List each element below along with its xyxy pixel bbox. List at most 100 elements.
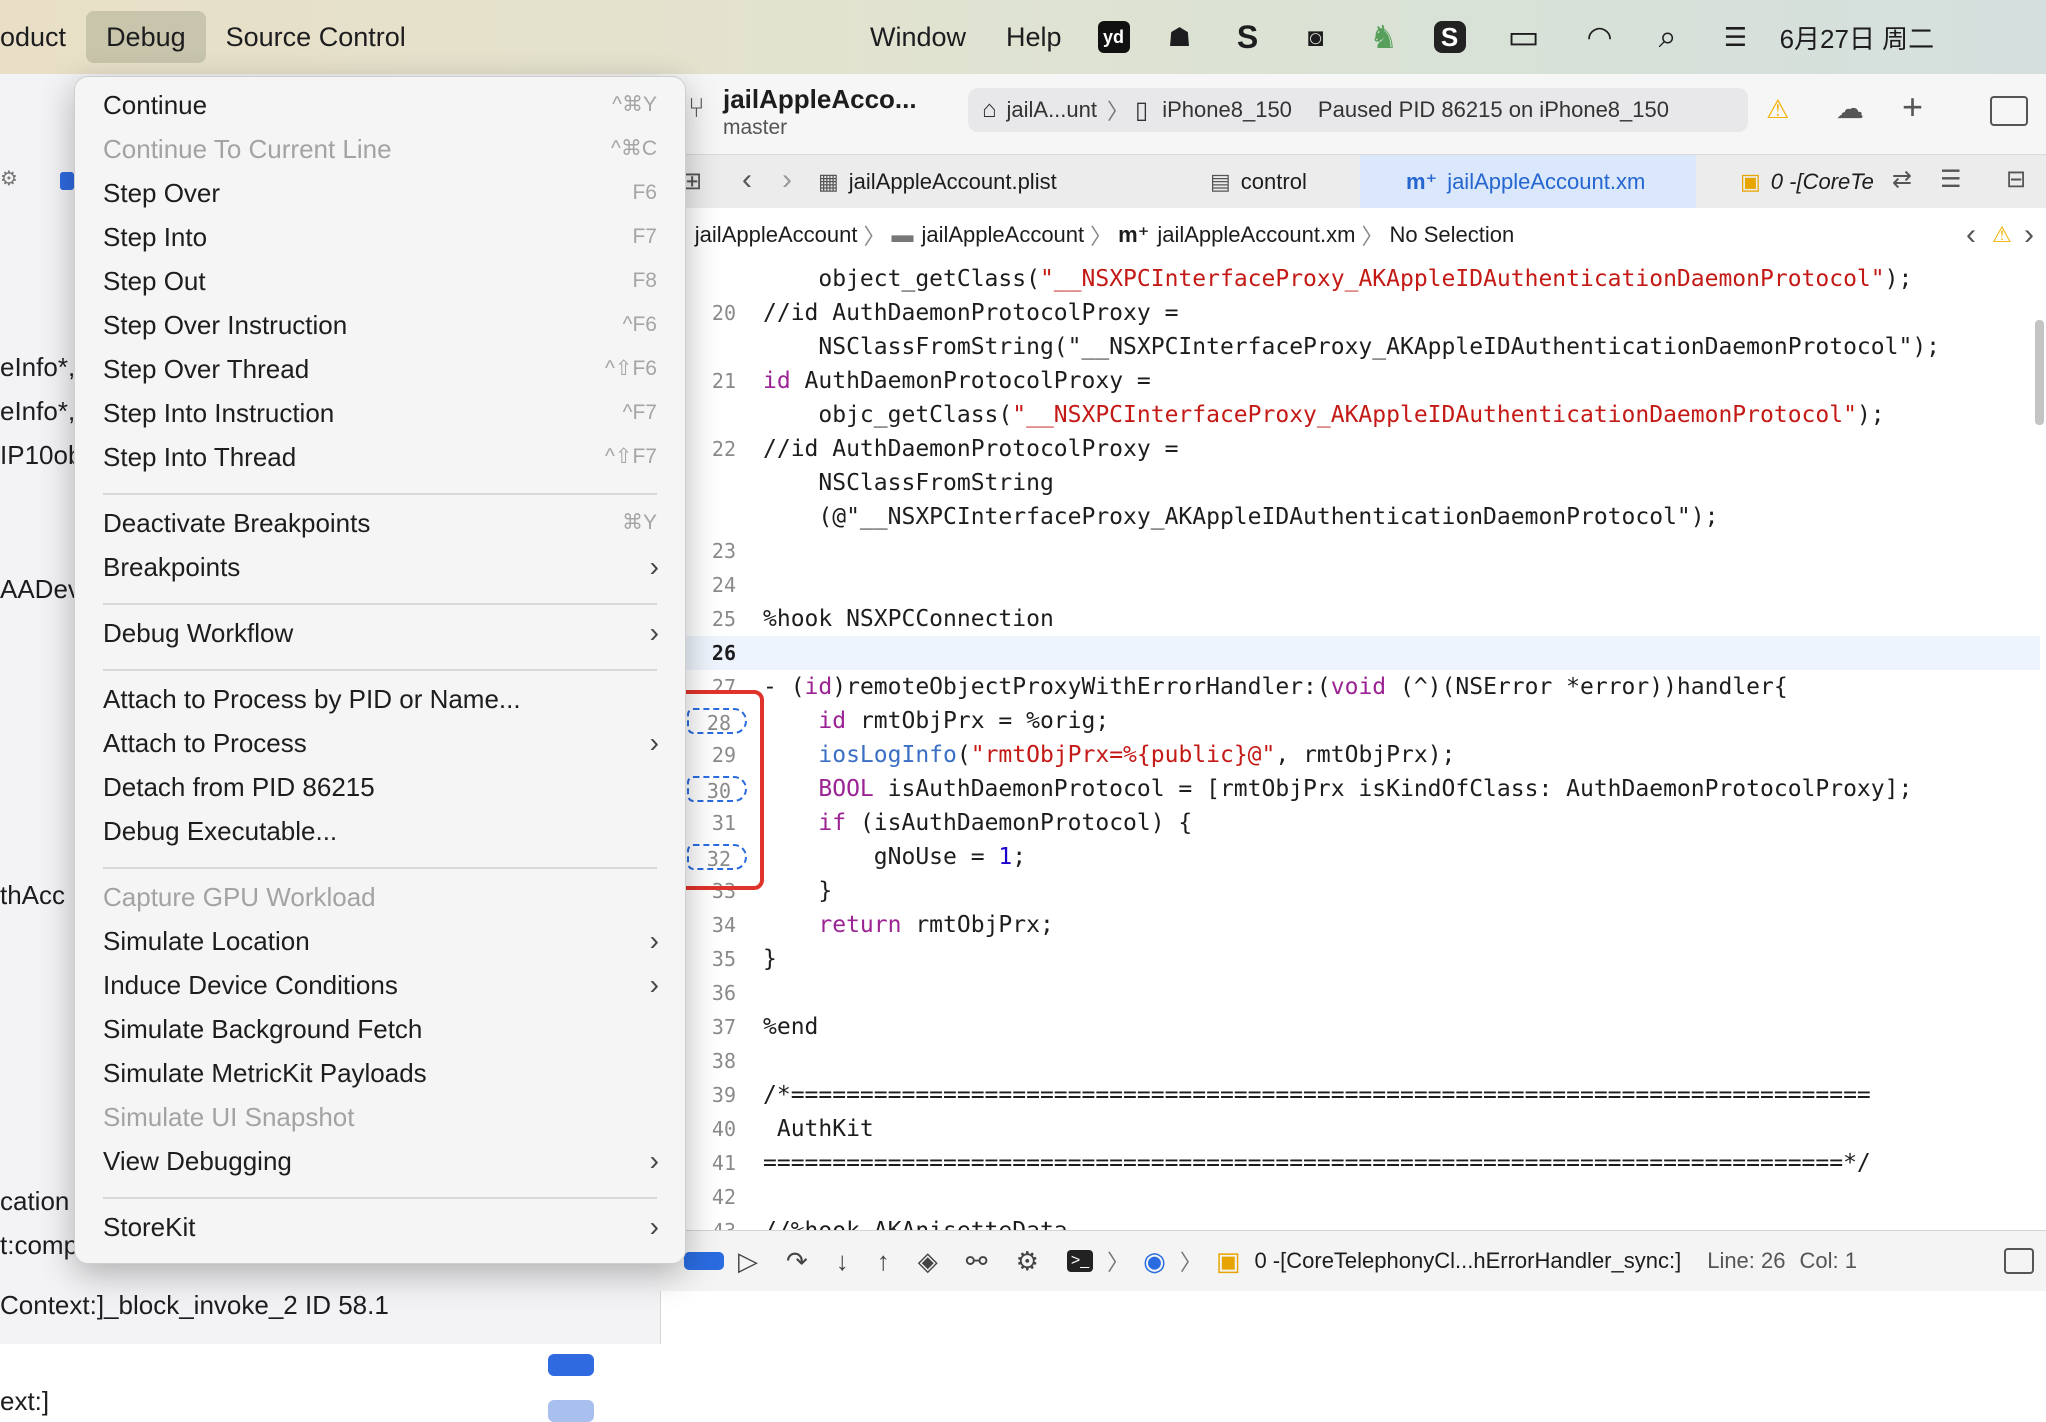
menu-item-step-over-thread[interactable]: Step Over Thread ^⇧F6 (75, 347, 685, 391)
code-line[interactable]: objc_getClass("__NSXPCInterfaceProxy_AKA… (660, 398, 2040, 432)
menu-help[interactable]: Help (986, 11, 1082, 63)
nav-line[interactable]: eInfo*, (0, 396, 75, 427)
project-name[interactable]: jailAppleAcco... (723, 84, 917, 115)
battery-icon[interactable]: ▭ (1498, 18, 1550, 56)
tab-control[interactable]: ▤ control (1210, 155, 1360, 209)
menu-item-attach-to-process[interactable]: Attach to Process › (75, 721, 685, 765)
code-line[interactable]: 42 (660, 1180, 2040, 1214)
code-line[interactable]: 37 %end (660, 1010, 2040, 1044)
code-line[interactable]: 31 if (isAuthDaemonProtocol) { (660, 806, 2040, 840)
step-out-icon[interactable]: ↑ (877, 1246, 890, 1277)
menu-product[interactable]: oduct (0, 11, 86, 63)
terminal-icon[interactable]: >_ (1066, 1250, 1094, 1272)
menubar-clock[interactable]: 6月27日 周二 (1780, 19, 1935, 56)
wifi-icon[interactable]: ◠ (1582, 19, 1618, 55)
source-editor[interactable]: object_getClass("__NSXPCInterfaceProxy_A… (660, 262, 2046, 1230)
s-app-icon[interactable]: S (1230, 19, 1266, 55)
code-line[interactable]: 30 BOOL isAuthDaemonProtocol = [rmtObjPr… (660, 772, 2040, 806)
code-line[interactable]: 34 return rmtObjPrx; (660, 908, 2040, 942)
code-line[interactable]: 20//id AuthDaemonProtocolProxy = (660, 296, 2040, 330)
code-line[interactable]: 29 iosLogInfo("rmtObjPrx=%{public}@", rm… (660, 738, 2040, 772)
menu-item-step-into-thread[interactable]: Step Into Thread ^⇧F7 (75, 435, 685, 479)
code-line[interactable]: 27- (id)remoteObjectProxyWithErrorHandle… (660, 670, 2040, 704)
current-code-line[interactable]: 26 (660, 636, 2040, 670)
code-line[interactable]: 41 ======================================… (660, 1146, 2040, 1180)
step-into-icon[interactable]: ↓ (836, 1246, 849, 1277)
breakpoints-toggle-button[interactable] (684, 1252, 724, 1270)
nav-line[interactable]: thAcc (0, 880, 65, 911)
nav-line[interactable]: ext:] (0, 1386, 49, 1417)
menu-item-continue[interactable]: Continue ^⌘Y (75, 83, 685, 127)
tab-plist[interactable]: ▦ jailAppleAccount.plist (818, 155, 1058, 209)
menu-item-induce-device-conditions[interactable]: Induce Device Conditions › (75, 963, 685, 1007)
menu-window[interactable]: Window (850, 11, 986, 63)
add-library-button[interactable]: + (1902, 86, 1923, 128)
code-line[interactable]: 33 } (660, 874, 2040, 908)
menu-item-deactivate-breakpoints[interactable]: Deactivate Breakpoints ⌘Y (75, 501, 685, 545)
horse-icon[interactable]: ♞ (1366, 19, 1402, 55)
menu-item-simulate-background-fetch[interactable]: Simulate Background Fetch (75, 1007, 685, 1051)
control-center-icon[interactable]: ☰ (1718, 19, 1754, 55)
back-chevron-icon[interactable]: ‹ (742, 163, 752, 197)
issue-forward-chevron-icon[interactable]: › (2024, 218, 2034, 252)
search-icon[interactable]: ⌕ (1650, 18, 1686, 55)
stack-frame[interactable]: 0 -[CoreTelephonyCl...hErrorHandler_sync… (1254, 1248, 1681, 1274)
code-line[interactable]: 43//%hook AKAnisetteData (660, 1214, 2040, 1230)
nav-line[interactable]: eInfo*, (0, 352, 75, 383)
thread-icon[interactable]: ◉ (1143, 1246, 1166, 1277)
nav-line[interactable]: AADev (0, 574, 81, 605)
code-line[interactable]: 39/*====================================… (660, 1078, 2040, 1112)
menu-item-simulate-metrickit[interactable]: Simulate MetricKit Payloads (75, 1051, 685, 1095)
nav-line[interactable]: cation (0, 1186, 69, 1217)
code-line[interactable]: 25 %hook NSXPCConnection (660, 602, 2040, 636)
menu-item-step-out[interactable]: Step Out F8 (75, 259, 685, 303)
code-line[interactable]: object_getClass("__NSXPCInterfaceProxy_A… (660, 262, 2040, 296)
code-line[interactable]: 23 (660, 534, 2040, 568)
scheme-target[interactable]: jailA...unt (1007, 97, 1098, 123)
code-line[interactable]: 36 (660, 976, 2040, 1010)
menu-item-debug-workflow[interactable]: Debug Workflow › (75, 611, 685, 655)
memory-graph-icon[interactable]: ⚯ (966, 1246, 988, 1277)
menu-item-detach[interactable]: Detach from PID 86215 (75, 765, 685, 809)
warning-icon[interactable]: ⚠ (1992, 222, 2012, 248)
nav-line[interactable]: t:comp (0, 1230, 78, 1261)
code-line[interactable]: 24 (660, 568, 2040, 602)
view-debugger-icon[interactable]: ◈ (918, 1246, 938, 1277)
tab-xm[interactable]: m⁺ jailAppleAccount.xm (1360, 155, 1696, 209)
branch-name[interactable]: master (723, 116, 787, 140)
continue-icon[interactable]: ▷ (738, 1246, 758, 1277)
menu-item-step-over-instruction[interactable]: Step Over Instruction ^F6 (75, 303, 685, 347)
console-toggle-icon[interactable] (2004, 1248, 2034, 1274)
code-line[interactable]: 40 AuthKit (660, 1112, 2040, 1146)
menu-item-simulate-location[interactable]: Simulate Location › (75, 919, 685, 963)
jump-file[interactable]: jailAppleAccount.xm (1157, 222, 1355, 248)
code-line[interactable]: (@"__NSXPCInterfaceProxy_AKAppleIDAuthen… (660, 500, 2040, 534)
menu-source-control[interactable]: Source Control (206, 11, 426, 63)
inspector-toggle-icon[interactable] (1990, 96, 2028, 126)
menu-debug[interactable]: Debug (86, 11, 206, 63)
jump-group[interactable]: jailAppleAccount (921, 222, 1084, 248)
wechat-icon[interactable]: ◙ (1298, 19, 1334, 55)
editor-scrollbar[interactable] (2035, 320, 2044, 425)
split-editor-icon[interactable]: ⊟ (2006, 165, 2026, 194)
menu-item-step-into-instruction[interactable]: Step Into Instruction ^F7 (75, 391, 685, 435)
jump-project[interactable]: jailAppleAccount (695, 222, 858, 248)
code-line[interactable]: 32 gNoUse = 1; (660, 840, 2040, 874)
step-over-icon[interactable]: ↷ (786, 1246, 808, 1277)
swap-arrows-icon[interactable]: ⇄ (1892, 165, 1912, 194)
code-line[interactable]: NSClassFromString("__NSXPCInterfaceProxy… (660, 330, 2040, 364)
scheme-status-bar[interactable]: ⌂ jailA...unt 〉 ▯ iPhone8_150 Paused PID… (968, 88, 1748, 132)
warning-icon[interactable]: ⚠ (1766, 94, 1789, 125)
code-line[interactable]: 38 (660, 1044, 2040, 1078)
code-line[interactable]: 22//id AuthDaemonProtocolProxy = (660, 432, 2040, 466)
sogou-icon[interactable]: S (1433, 21, 1466, 53)
nav-line[interactable]: Context:]_block_invoke_2 ID 58.1 (0, 1290, 389, 1321)
menu-item-step-into[interactable]: Step Into F7 (75, 215, 685, 259)
environment-overrides-icon[interactable]: ⚙ (1016, 1246, 1039, 1277)
menu-item-debug-executable[interactable]: Debug Executable... (75, 809, 685, 853)
menu-item-view-debugging[interactable]: View Debugging › (75, 1139, 685, 1183)
menu-item-attach-by-pid[interactable]: Attach to Process by PID or Name... (75, 677, 685, 721)
menu-item-step-over[interactable]: Step Over F6 (75, 171, 685, 215)
youdao-icon[interactable]: yd (1097, 21, 1130, 53)
code-line[interactable]: 35} (660, 942, 2040, 976)
